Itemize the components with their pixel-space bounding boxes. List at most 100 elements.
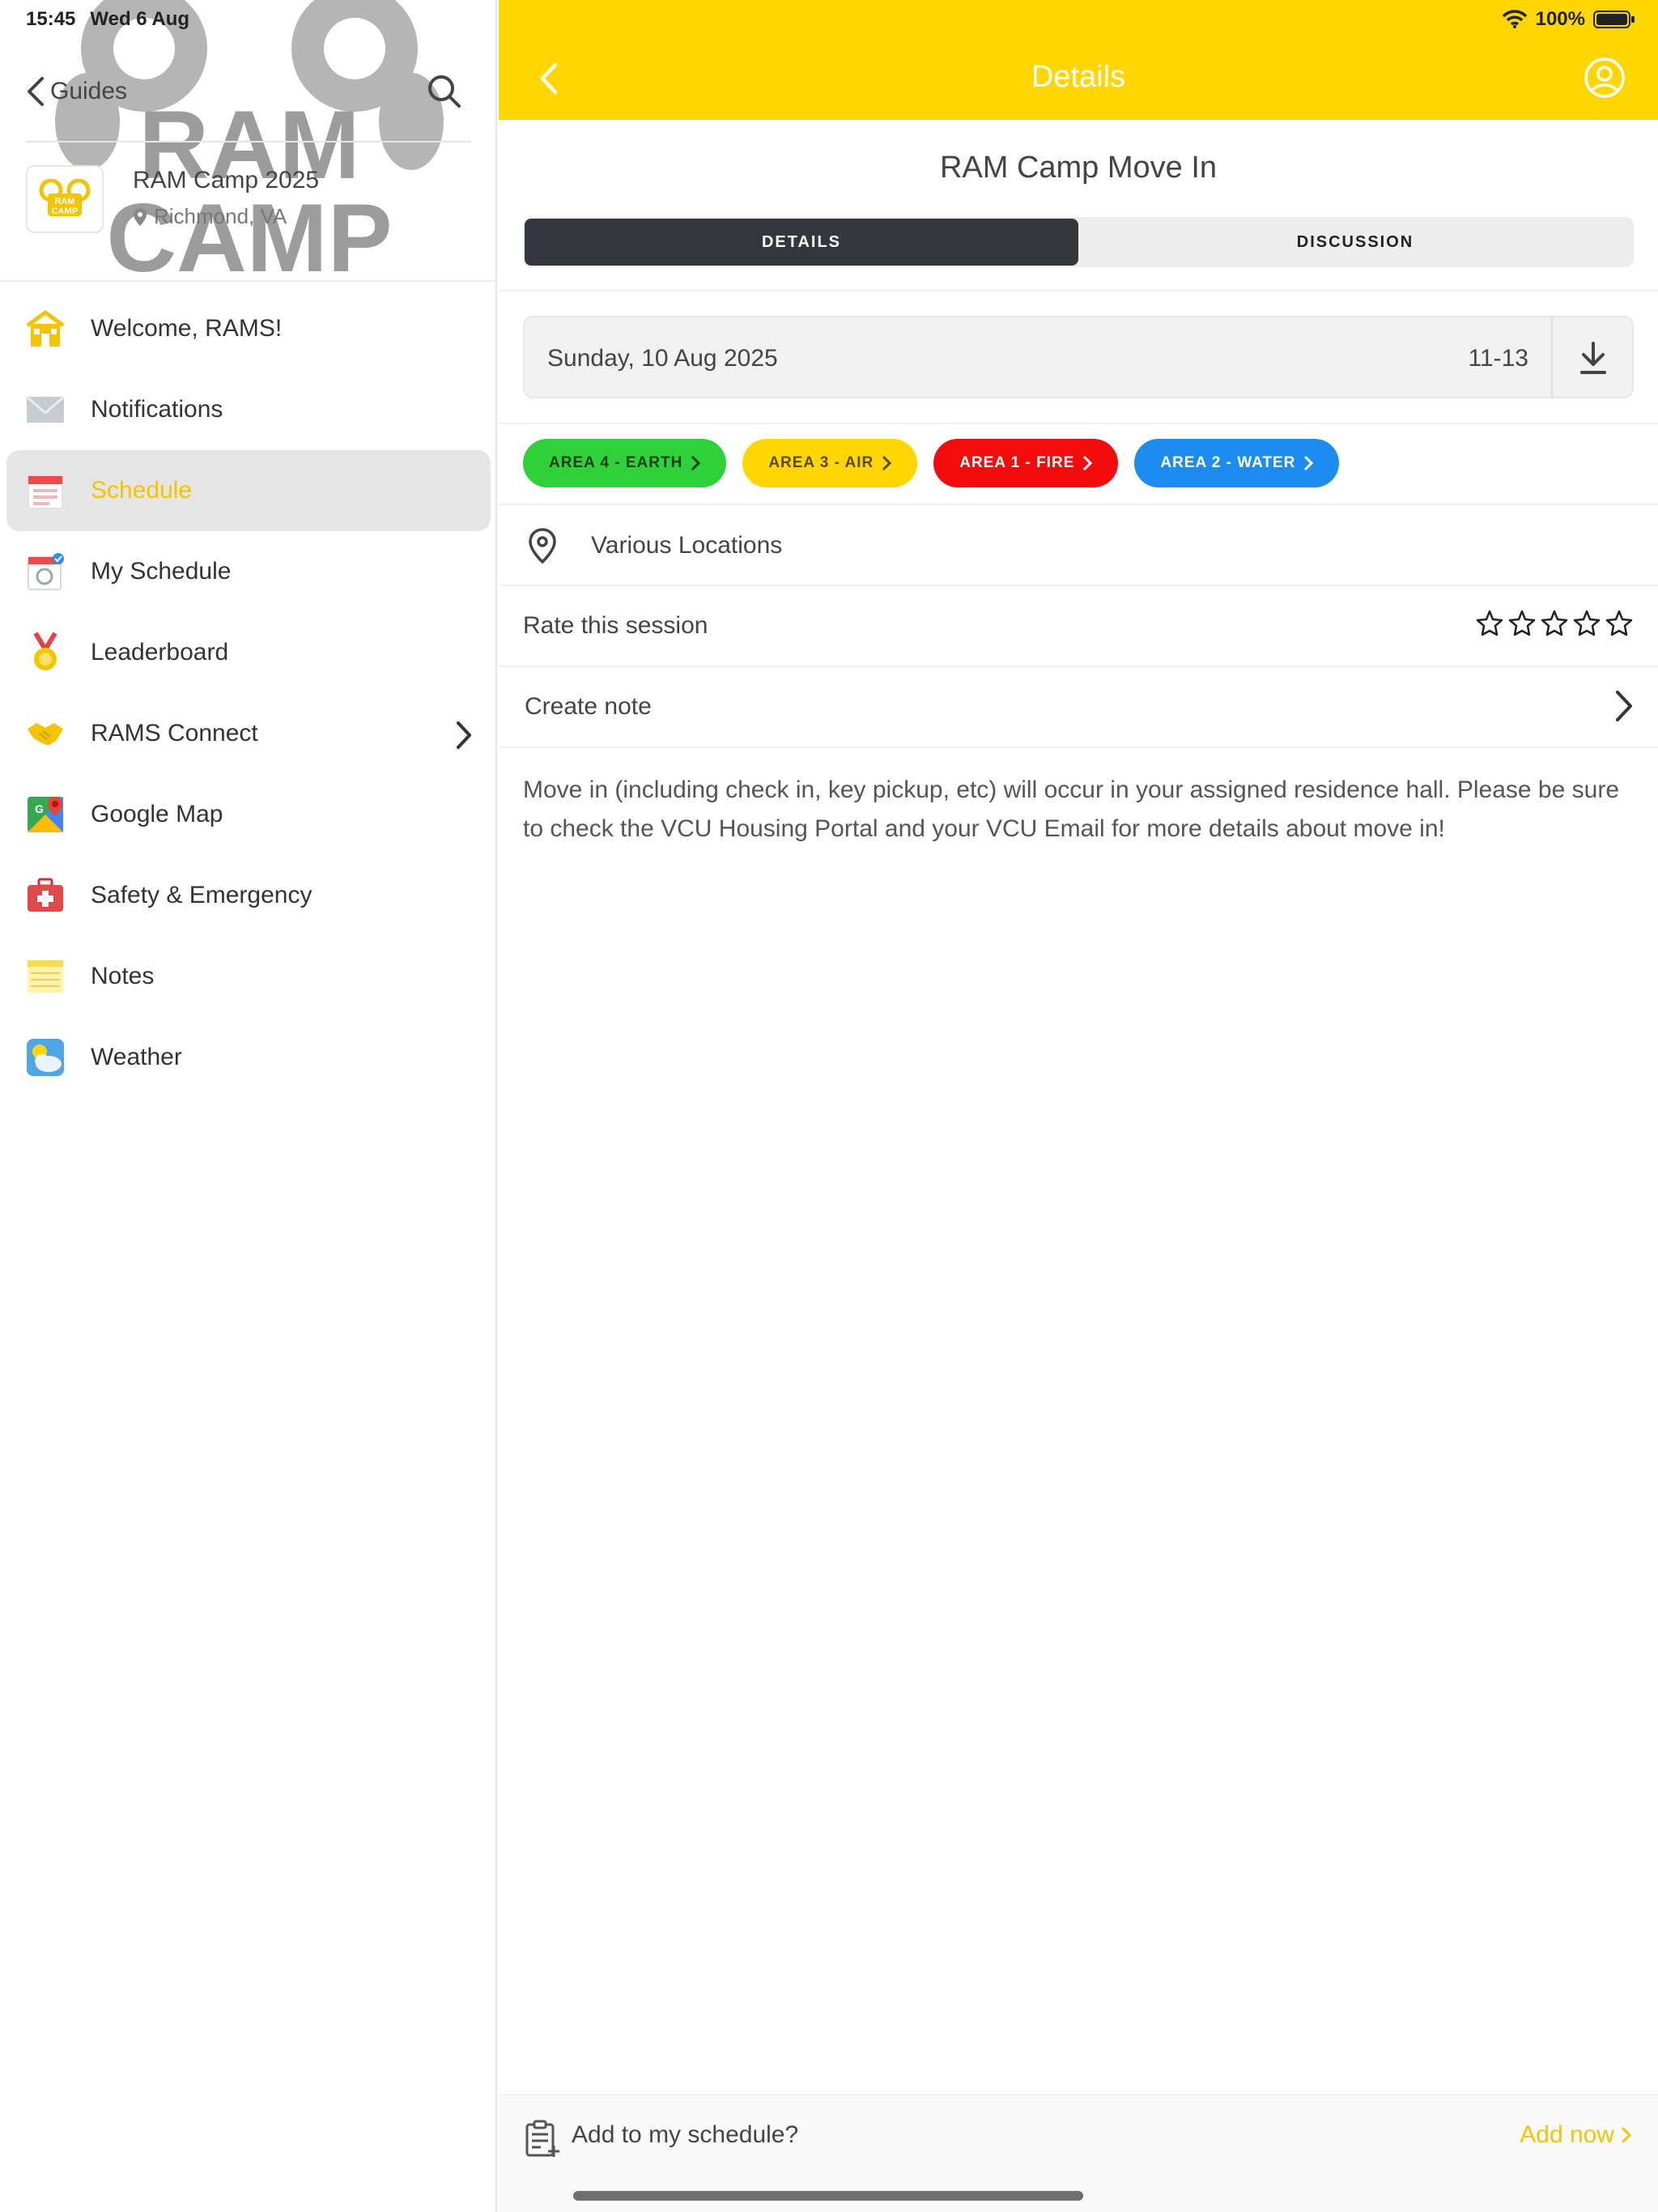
chevron-right-icon: [691, 455, 701, 471]
date-time-box: Sunday, 10 Aug 2025 11-13: [523, 316, 1634, 398]
sidebar-item-schedule[interactable]: Schedule: [6, 450, 491, 531]
ram-camp-logo-icon: RAM CAMP: [39, 179, 91, 216]
tag-area-4-earth[interactable]: AREA 4 - EARTH: [523, 439, 727, 487]
session-time: 11-13: [1468, 345, 1528, 372]
star-icon[interactable]: [1540, 609, 1569, 638]
divider: [1551, 317, 1553, 398]
svg-text:G: G: [35, 802, 44, 815]
battery-icon: [1593, 11, 1635, 28]
sidebar-menu: Welcome, RAMS! Notifications Schedule My…: [0, 288, 497, 1098]
sidebar-item-leaderboard[interactable]: Leaderboard: [0, 612, 497, 693]
guide-name[interactable]: RAM Camp 2025: [133, 167, 319, 194]
sidebar-item-label: Leaderboard: [91, 639, 229, 666]
sidebar-item-label: Welcome, RAMS!: [91, 315, 283, 342]
sidebar-item-label: My Schedule: [91, 558, 232, 585]
status-bar-left: 15:45 Wed 6 Aug: [26, 8, 189, 31]
house-icon: [26, 309, 65, 348]
add-to-schedule-bar: Add to my schedule? Add now: [499, 2094, 1658, 2212]
first-aid-icon: [26, 876, 65, 915]
sidebar-item-my-schedule[interactable]: My Schedule: [0, 531, 497, 612]
my-schedule-icon: [26, 552, 65, 591]
session-location[interactable]: Various Locations: [523, 523, 782, 568]
sidebar-item-label: RAMS Connect: [91, 720, 258, 747]
divider: [26, 141, 471, 143]
divider: [499, 747, 1658, 748]
divider: [499, 504, 1658, 505]
tag-area-3-air[interactable]: AREA 3 - AIR: [742, 439, 918, 487]
sidebar-item-label: Google Map: [91, 801, 223, 827]
svg-text:CAMP: CAMP: [52, 206, 78, 216]
envelope-icon: [26, 390, 65, 429]
star-icon[interactable]: [1507, 609, 1537, 638]
tab-details[interactable]: DETAILS: [525, 219, 1078, 266]
star-icon[interactable]: [1605, 609, 1634, 638]
notepad-icon: [26, 957, 65, 996]
guides-back-label: Guides: [50, 78, 128, 104]
segmented-tabs: DETAILS DISCUSSION: [523, 217, 1634, 267]
star-icon[interactable]: [1572, 609, 1601, 638]
session-title: RAM Camp Move In: [939, 151, 1218, 185]
tag-area-1-fire[interactable]: AREA 1 - FIRE: [933, 439, 1119, 487]
add-to-schedule-label: Add to my schedule?: [572, 2121, 799, 2148]
create-note-button[interactable]: Create note: [525, 693, 652, 721]
profile-icon[interactable]: [1584, 57, 1626, 99]
watermark-camp-text: CAMP: [106, 184, 392, 283]
guides-back-button[interactable]: Guides: [24, 71, 127, 112]
sidebar-item-welcome[interactable]: Welcome, RAMS!: [0, 288, 497, 369]
chevron-right-icon: [1304, 455, 1314, 471]
add-to-calendar-button[interactable]: [1572, 337, 1614, 379]
tag-label: AREA 1 - FIRE: [959, 454, 1075, 471]
wifi-icon: [1502, 10, 1527, 28]
add-now-button[interactable]: Add now: [1520, 2121, 1632, 2149]
sidebar: RAM CAMP 15:45 Wed 6 Aug Guides RAM CAMP …: [0, 0, 497, 2212]
chevron-right-icon: [882, 455, 892, 471]
add-now-label: Add now: [1520, 2121, 1614, 2148]
divider: [499, 290, 1658, 291]
page-title: Details: [1031, 60, 1126, 94]
star-icon[interactable]: [1475, 609, 1504, 638]
status-time: 15:45: [26, 8, 76, 30]
chevron-right-icon: [1622, 2127, 1631, 2143]
divider: [0, 280, 497, 282]
battery-percentage: 100%: [1535, 8, 1585, 30]
sidebar-item-google-map[interactable]: G Google Map: [0, 774, 497, 855]
download-icon: [1580, 342, 1606, 374]
guide-location-text: Richmond, VA: [154, 204, 287, 228]
location-text: Various Locations: [591, 532, 783, 559]
search-icon: [428, 75, 461, 108]
sidebar-item-safety[interactable]: Safety & Emergency: [0, 855, 497, 936]
calendar-icon: [26, 471, 65, 510]
chevron-left-icon: [28, 77, 44, 106]
session-description: Move in (including check in, key pickup,…: [523, 776, 1619, 842]
sidebar-item-notifications[interactable]: Notifications: [0, 369, 497, 450]
schedule-add-icon: [525, 2120, 559, 2157]
svg-text:RAM: RAM: [54, 197, 74, 206]
rating-stars[interactable]: [1472, 609, 1634, 638]
sidebar-item-weather[interactable]: Weather: [0, 1017, 497, 1098]
status-date: Wed 6 Aug: [90, 8, 190, 30]
chevron-right-icon: [457, 721, 471, 749]
tab-discussion[interactable]: DISCUSSION: [1078, 219, 1632, 266]
divider: [499, 423, 1658, 424]
weather-icon: [26, 1038, 65, 1077]
location-pin-icon: [523, 527, 562, 564]
track-tags: AREA 4 - EARTH AREA 3 - AIR AREA 1 - FIR…: [523, 439, 1355, 487]
sidebar-item-notes[interactable]: Notes: [0, 936, 497, 1017]
home-indicator[interactable]: [573, 2191, 1083, 2201]
rate-label: Rate this session: [523, 612, 708, 639]
sidebar-item-label: Safety & Emergency: [91, 882, 312, 908]
divider: [499, 585, 1658, 586]
chevron-right-icon[interactable]: [1614, 690, 1634, 722]
sidebar-item-label: Schedule: [91, 477, 193, 504]
sidebar-item-rams-connect[interactable]: RAMS Connect: [0, 693, 497, 774]
search-button[interactable]: [424, 71, 465, 112]
guide-location: Richmond, VA: [133, 204, 287, 229]
sidebar-item-label: Weather: [91, 1044, 182, 1070]
guide-logo[interactable]: RAM CAMP: [26, 165, 104, 233]
tag-label: AREA 2 - WATER: [1160, 454, 1296, 471]
medal-icon: [26, 632, 65, 672]
tag-area-2-water[interactable]: AREA 2 - WATER: [1134, 439, 1340, 487]
main-panel: 100% Details RAM Camp Move In DETAILS DI…: [499, 0, 1658, 2212]
sidebar-item-label: Notifications: [91, 396, 223, 423]
chevron-right-icon: [1083, 455, 1093, 471]
